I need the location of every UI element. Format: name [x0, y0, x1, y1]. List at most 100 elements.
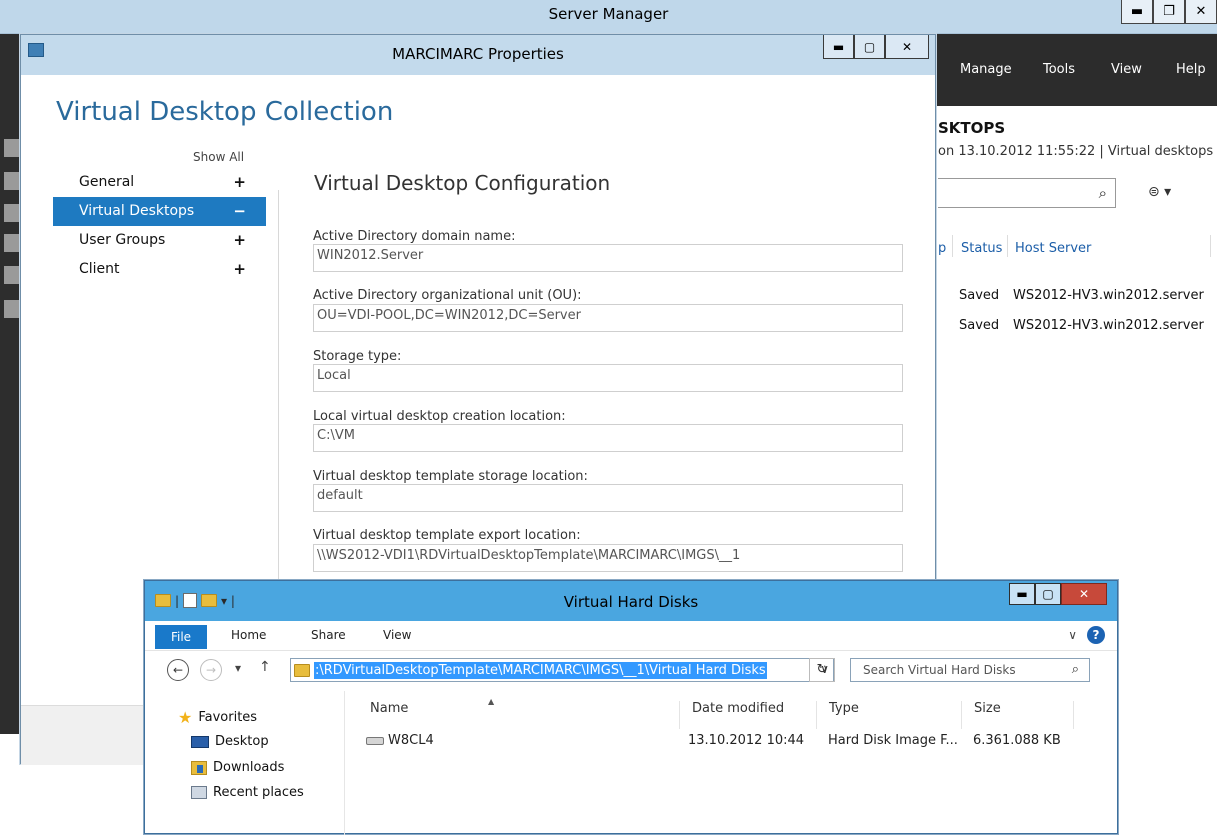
- nav-item-general[interactable]: General +: [53, 168, 266, 197]
- address-text[interactable]: :\RDVirtualDesktopTemplate\MARCIMARC\IMG…: [314, 661, 767, 679]
- file-row-name[interactable]: W8CL4: [366, 733, 434, 748]
- column-label: Date modified: [692, 701, 785, 716]
- explorer-window: | ▾ | Virtual Hard Disks ▬ ▢ ✕ File Home…: [144, 580, 1118, 835]
- row-host[interactable]: WS2012-HV3.win2012.server: [1013, 318, 1204, 333]
- expand-icon[interactable]: +: [233, 255, 246, 284]
- maximize-button[interactable]: ▢: [854, 35, 885, 59]
- search-input[interactable]: Search Virtual Hard Disks ⌕: [850, 658, 1090, 682]
- expand-ribbon-icon[interactable]: ∨: [1068, 628, 1077, 642]
- column-header-host-server[interactable]: Host Server: [1015, 241, 1091, 256]
- expand-icon[interactable]: +: [233, 226, 246, 255]
- ad-domain-label: Active Directory domain name:: [313, 229, 516, 244]
- close-button[interactable]: ✕: [1185, 0, 1217, 24]
- tab-share[interactable]: Share: [311, 628, 346, 642]
- minimize-button[interactable]: ▬: [1009, 583, 1035, 605]
- virtual-desktops-subheading: on 13.10.2012 11:55:22 | Virtual desktop…: [938, 144, 1217, 159]
- list-options-icon[interactable]: ⊜ ▾: [1148, 184, 1171, 200]
- restore-button[interactable]: ❐: [1153, 0, 1185, 24]
- row-host[interactable]: WS2012-HV3.win2012.server: [1013, 288, 1204, 303]
- column-header-type[interactable]: Type: [817, 701, 962, 729]
- nav-item-label: Recent places: [213, 785, 304, 800]
- collapse-icon[interactable]: −: [233, 197, 246, 226]
- storage-type-field[interactable]: Local: [313, 364, 903, 392]
- virtual-desktops-heading: SKTOPS: [938, 119, 1006, 137]
- all-servers-icon[interactable]: [4, 204, 20, 222]
- file-services-icon[interactable]: [4, 234, 20, 252]
- help-icon[interactable]: ?: [1087, 626, 1105, 644]
- ad-ou-field[interactable]: OU=VDI-POOL,DC=WIN2012,DC=Server: [313, 304, 903, 332]
- nav-item-label: Desktop: [215, 734, 269, 749]
- ribbon-help-area: ∨ ?: [1068, 626, 1105, 644]
- close-button[interactable]: ✕: [1061, 583, 1107, 605]
- page-title: Virtual Desktop Collection: [56, 97, 394, 127]
- explorer-titlebar: | ▾ | Virtual Hard Disks ▬ ▢ ✕: [145, 581, 1117, 621]
- up-arrow-icon[interactable]: ↑: [259, 659, 271, 675]
- maximize-button[interactable]: ▢: [1035, 583, 1061, 605]
- menu-help[interactable]: Help: [1176, 62, 1206, 77]
- column-label: Type: [829, 701, 859, 716]
- nav-item-client[interactable]: Client +: [53, 255, 266, 284]
- menu-tools[interactable]: Tools: [1043, 62, 1075, 77]
- refresh-icon[interactable]: ↻: [809, 658, 835, 682]
- column-header-size[interactable]: Size: [962, 701, 1074, 729]
- star-icon: ★: [178, 708, 193, 727]
- file-row-date[interactable]: 13.10.2012 10:44: [688, 733, 804, 748]
- ad-ou-label: Active Directory organizational unit (OU…: [313, 288, 582, 303]
- nav-item-recent-places[interactable]: Recent places: [191, 785, 304, 800]
- column-separator: [1210, 235, 1211, 257]
- row-status: Saved: [959, 288, 1000, 303]
- explorer-window-controls: ▬ ▢ ✕: [1009, 583, 1107, 605]
- forward-arrow-icon[interactable]: →: [200, 659, 222, 681]
- nav-item-virtual-desktops[interactable]: Virtual Desktops −: [53, 197, 266, 226]
- nav-item-label: Client: [79, 261, 120, 277]
- show-all-link[interactable]: Show All: [193, 150, 244, 164]
- filter-input[interactable]: ⌕: [938, 178, 1116, 208]
- menu-view[interactable]: View: [1111, 62, 1142, 77]
- nav-item-desktop[interactable]: Desktop: [191, 734, 269, 749]
- address-bar[interactable]: :\RDVirtualDesktopTemplate\MARCIMARC\IMG…: [290, 658, 834, 682]
- search-icon[interactable]: ⌕: [1072, 662, 1079, 677]
- desktop-icon: [191, 735, 209, 748]
- template-storage-field[interactable]: default: [313, 484, 903, 512]
- dashboard-icon[interactable]: [4, 139, 20, 157]
- tab-home[interactable]: Home: [231, 628, 266, 642]
- back-arrow-icon[interactable]: ←: [167, 659, 189, 681]
- ribbon: File Home Share View ∨ ?: [145, 621, 1117, 651]
- section-title: Virtual Desktop Configuration: [314, 171, 611, 195]
- column-header-date-modified[interactable]: Date modified: [680, 701, 817, 729]
- properties-window-controls: ▬ ▢ ✕: [823, 35, 929, 59]
- file-row-type[interactable]: Hard Disk Image F...: [828, 733, 958, 748]
- local-server-icon[interactable]: [4, 172, 20, 190]
- nav-item-user-groups[interactable]: User Groups +: [53, 226, 266, 255]
- nav-item-downloads[interactable]: Downloads: [191, 760, 284, 775]
- template-export-field[interactable]: \\WS2012-VDI1\RDVirtualDesktopTemplate\M…: [313, 544, 903, 572]
- search-icon[interactable]: ⌕: [1099, 184, 1107, 202]
- role-icon[interactable]: [4, 300, 20, 318]
- properties-title: MARCIMARC Properties: [392, 45, 564, 63]
- tab-file[interactable]: File: [155, 625, 207, 649]
- server-manager-title: Server Manager: [548, 5, 669, 23]
- favorites-header[interactable]: ★ Favorites: [178, 708, 257, 727]
- creation-location-field[interactable]: C:\VM: [313, 424, 903, 452]
- menu-manage[interactable]: Manage: [960, 62, 1012, 77]
- minimize-button[interactable]: ▬: [1121, 0, 1153, 24]
- column-label: Size: [974, 701, 1001, 716]
- rds-icon[interactable]: [4, 266, 20, 284]
- recent-locations-icon[interactable]: ▾: [235, 661, 241, 675]
- server-manager-window-controls: ▬ ❐ ✕: [1121, 0, 1217, 26]
- downloads-icon: [191, 760, 207, 775]
- ad-domain-field[interactable]: WIN2012.Server: [313, 244, 903, 272]
- navigation-pane: ★ Favorites Desktop Downloads Recent pla…: [145, 691, 345, 835]
- column-header-name[interactable]: ▲ Name: [358, 697, 680, 729]
- close-button[interactable]: ✕: [885, 35, 929, 59]
- file-row-size[interactable]: 6.361.088 KB: [973, 733, 1061, 748]
- expand-icon[interactable]: +: [233, 168, 246, 197]
- favorites-label: Favorites: [198, 710, 258, 725]
- minimize-button[interactable]: ▬: [823, 35, 854, 59]
- column-separator: [952, 235, 953, 257]
- tab-view[interactable]: View: [383, 628, 411, 642]
- column-header-status[interactable]: Status: [961, 241, 1002, 256]
- column-header-partial[interactable]: p: [938, 241, 946, 256]
- address-row: ← → ▾ ↑ :\RDVirtualDesktopTemplate\MARCI…: [145, 651, 1117, 691]
- recent-places-icon: [191, 786, 207, 799]
